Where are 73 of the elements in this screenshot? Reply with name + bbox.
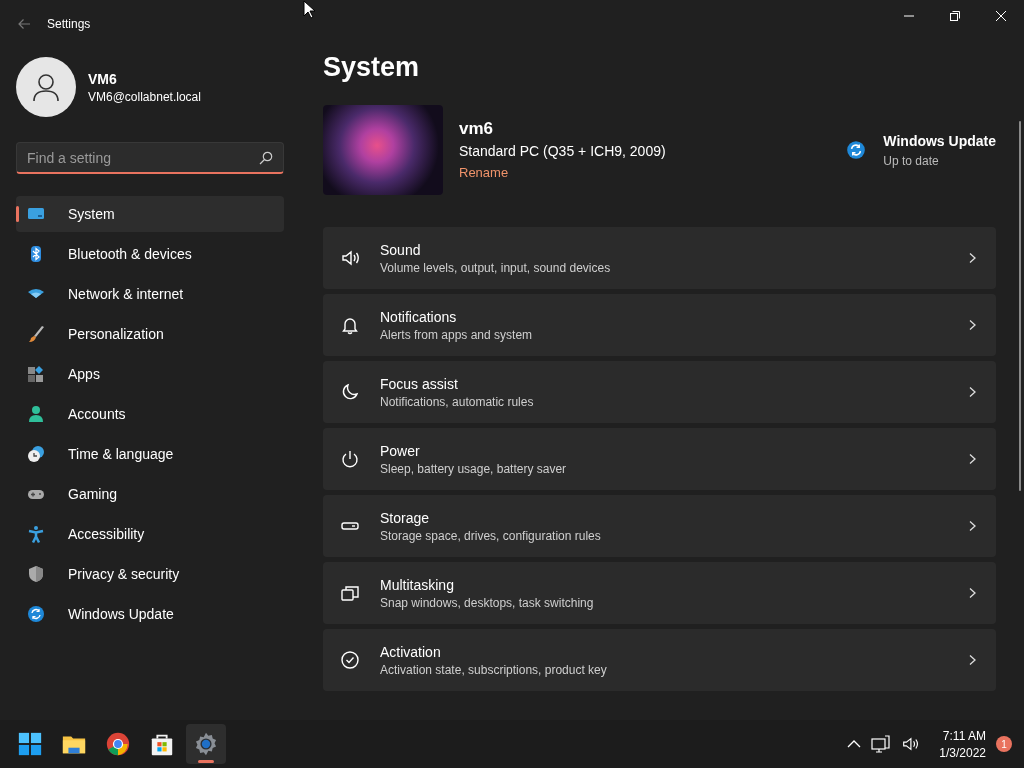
clock[interactable]: 7:11 AM 1/3/2022 bbox=[939, 728, 986, 760]
settings-card[interactable]: Activation Activation state, subscriptions, product key bbox=[323, 629, 996, 691]
close-icon bbox=[996, 11, 1006, 21]
page-title: System bbox=[323, 52, 421, 83]
sidebar-item[interactable]: Bluetooth & devices bbox=[16, 236, 284, 272]
moon-icon bbox=[340, 382, 360, 402]
card-description: Snap windows, desktops, task switching bbox=[380, 595, 595, 610]
windows-icon bbox=[340, 583, 360, 603]
sidebar-item[interactable]: Personalization bbox=[16, 316, 284, 352]
restore-icon bbox=[950, 11, 960, 21]
person-icon bbox=[31, 72, 61, 102]
card-description: Activation state, subscriptions, product key bbox=[380, 662, 608, 677]
device-name: vm6 bbox=[459, 119, 495, 139]
rename-link[interactable]: Rename bbox=[459, 165, 509, 180]
settings-card[interactable]: Storage Storage space, drives, configuration rules bbox=[323, 495, 996, 557]
scrollbar[interactable] bbox=[1019, 121, 1021, 491]
card-title: Focus assist bbox=[380, 375, 459, 392]
device-model: Standard PC (Q35 + ICH9, 2009) bbox=[459, 143, 666, 159]
card-title: Multitasking bbox=[380, 576, 455, 593]
sidebar-item[interactable]: Gaming bbox=[16, 476, 284, 512]
account-name: VM6 bbox=[88, 70, 118, 87]
card-title: Power bbox=[380, 442, 421, 459]
sidebar-item[interactable]: Accounts bbox=[16, 396, 284, 432]
account-email: VM6@collabnet.local bbox=[88, 89, 201, 104]
settings-card[interactable]: Sound Volume levels, output, input, sound devices bbox=[323, 227, 996, 289]
network-button[interactable] bbox=[871, 734, 892, 754]
card-title: Sound bbox=[380, 241, 422, 258]
update-status: Up to date bbox=[883, 153, 940, 168]
card-description: Storage space, drives, configuration rules bbox=[380, 528, 602, 543]
sidebar-item[interactable]: Time & language bbox=[16, 436, 284, 472]
sync-icon bbox=[26, 604, 46, 624]
power-icon bbox=[340, 449, 360, 469]
settings-card[interactable]: Power Sleep, battery usage, battery saver bbox=[323, 428, 996, 490]
sync-icon bbox=[845, 139, 868, 161]
search-icon bbox=[259, 151, 273, 165]
update-title: Windows Update bbox=[883, 132, 996, 149]
mouse-pointer-icon bbox=[303, 0, 315, 20]
paintbrush-icon bbox=[26, 324, 46, 344]
clock-globe-icon bbox=[26, 444, 46, 464]
sidebar-item[interactable]: System bbox=[16, 196, 284, 232]
selection-indicator bbox=[16, 206, 19, 222]
card-title: Activation bbox=[380, 643, 442, 660]
card-description: Volume levels, output, input, sound devices bbox=[380, 260, 612, 275]
card-title: Notifications bbox=[380, 308, 458, 325]
card-description: Notifications, automatic rules bbox=[380, 394, 535, 409]
settings-card[interactable]: Multitasking Snap windows, desktops, task switching bbox=[323, 562, 996, 624]
shield-icon bbox=[26, 564, 46, 584]
browser-icon bbox=[105, 731, 131, 757]
gear-icon bbox=[193, 731, 219, 757]
back-arrow-icon[interactable] bbox=[17, 17, 31, 31]
start-icon bbox=[17, 731, 43, 757]
card-description: Alerts from apps and system bbox=[380, 327, 534, 342]
volume-button[interactable] bbox=[901, 735, 920, 753]
accessibility-icon bbox=[26, 524, 46, 544]
search-field[interactable]: Find a setting bbox=[16, 142, 284, 174]
active-indicator bbox=[198, 760, 214, 763]
sidebar-item[interactable]: Accessibility bbox=[16, 516, 284, 552]
sidebar-item[interactable]: Windows Update bbox=[16, 596, 284, 632]
monitor-icon bbox=[871, 734, 892, 754]
speaker-icon bbox=[340, 248, 360, 268]
bell-icon bbox=[340, 315, 360, 335]
person-icon bbox=[26, 404, 46, 424]
sidebar-item[interactable]: Network & internet bbox=[16, 276, 284, 312]
check-circle-icon bbox=[340, 650, 360, 670]
window-title: Settings bbox=[47, 17, 91, 31]
card-description: Sleep, battery usage, battery saver bbox=[380, 461, 568, 476]
sidebar-item[interactable]: Apps bbox=[16, 356, 284, 392]
speaker-icon bbox=[901, 735, 920, 753]
apps-icon bbox=[26, 364, 46, 384]
sidebar-item[interactable]: Privacy & security bbox=[16, 556, 284, 592]
settings-card[interactable]: Notifications Alerts from apps and system bbox=[323, 294, 996, 356]
card-title: Storage bbox=[380, 509, 431, 526]
settings-card[interactable]: Focus assist Notifications, automatic rules bbox=[323, 361, 996, 423]
